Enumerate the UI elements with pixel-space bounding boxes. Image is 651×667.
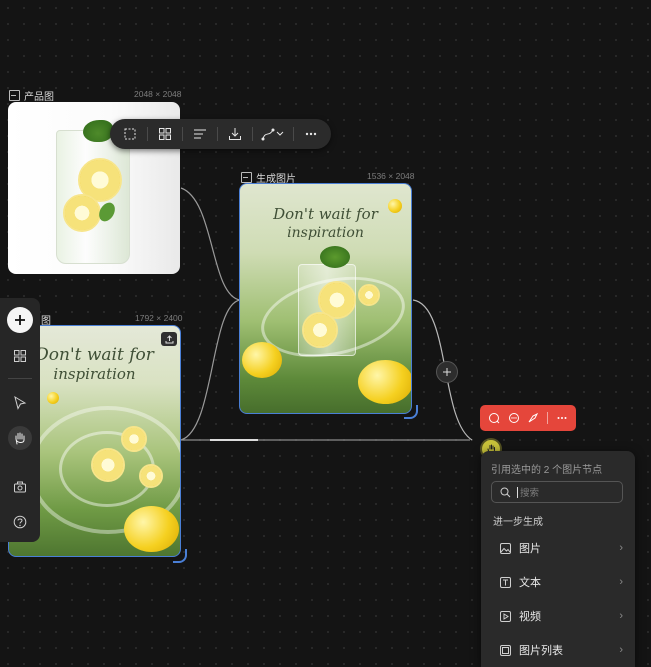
chevron-right-icon: › (619, 542, 623, 554)
video-icon (499, 610, 511, 622)
crop-icon[interactable] (116, 120, 144, 148)
download-icon[interactable] (221, 120, 249, 148)
menu-item-text[interactable]: 文本 › (493, 568, 623, 596)
image-icon (241, 172, 252, 183)
generated-image-node[interactable]: Don't wait for inspiration (239, 183, 412, 414)
product-node-dims: 2048 × 2048 (134, 89, 182, 99)
upload-icon[interactable] (161, 332, 177, 346)
more-icon[interactable] (556, 412, 568, 424)
menu-header: 引用选中的 2 个图片节点 (491, 465, 603, 476)
chevron-right-icon: › (619, 644, 623, 656)
brush-icon[interactable] (527, 412, 539, 424)
message-icon[interactable] (508, 412, 520, 424)
search-icon (500, 487, 511, 497)
red-toolbar (480, 405, 576, 431)
hand-icon[interactable] (8, 426, 32, 450)
search-placeholder: 搜索 (520, 488, 540, 499)
menu-section-label: 进一步生成 (493, 517, 543, 528)
menu-item-label: 文本 (519, 577, 541, 589)
menu-item-label: 图片 (519, 543, 541, 555)
more-icon[interactable] (297, 120, 325, 148)
product-node-title: 产品图 (9, 88, 54, 103)
search-field[interactable]: 搜索 (491, 481, 623, 503)
grid-icon[interactable] (151, 120, 179, 148)
chevron-right-icon: › (619, 610, 623, 622)
menu-item-label: 视频 (519, 611, 541, 623)
menu-item-video[interactable]: 视频 › (493, 602, 623, 630)
reference-menu: 引用选中的 2 个图片节点 搜索 进一步生成 图片 › 文本 › 视频 › 图片… (481, 451, 635, 667)
image-icon (9, 90, 20, 101)
camera-icon[interactable] (8, 475, 32, 499)
art-text-line2: inspiration (287, 225, 364, 241)
align-icon[interactable] (186, 120, 214, 148)
pointer-icon[interactable] (8, 391, 32, 415)
menu-item-label: 图片列表 (519, 645, 563, 657)
left-node-dims: 1792 × 2400 (135, 313, 183, 323)
connector-icon[interactable] (256, 120, 290, 148)
left-toolbar (0, 298, 40, 542)
image-icon (499, 542, 511, 554)
menu-item-image-list[interactable]: 图片列表 › (493, 636, 623, 664)
image-list-icon (499, 644, 511, 656)
add-node-button[interactable] (436, 361, 458, 383)
generated-node-dims: 1536 × 2048 (367, 171, 415, 181)
menu-item-image[interactable]: 图片 › (493, 534, 623, 562)
help-icon[interactable] (8, 510, 32, 534)
text-icon (499, 576, 511, 588)
image-toolbar (110, 119, 331, 149)
grid-icon[interactable] (8, 344, 32, 368)
product-node-label: 产品图 (24, 92, 54, 103)
chevron-right-icon: › (619, 576, 623, 588)
chat-icon[interactable] (488, 412, 500, 424)
add-icon[interactable] (7, 307, 33, 333)
art-text-line1: Don't wait for (273, 205, 378, 223)
